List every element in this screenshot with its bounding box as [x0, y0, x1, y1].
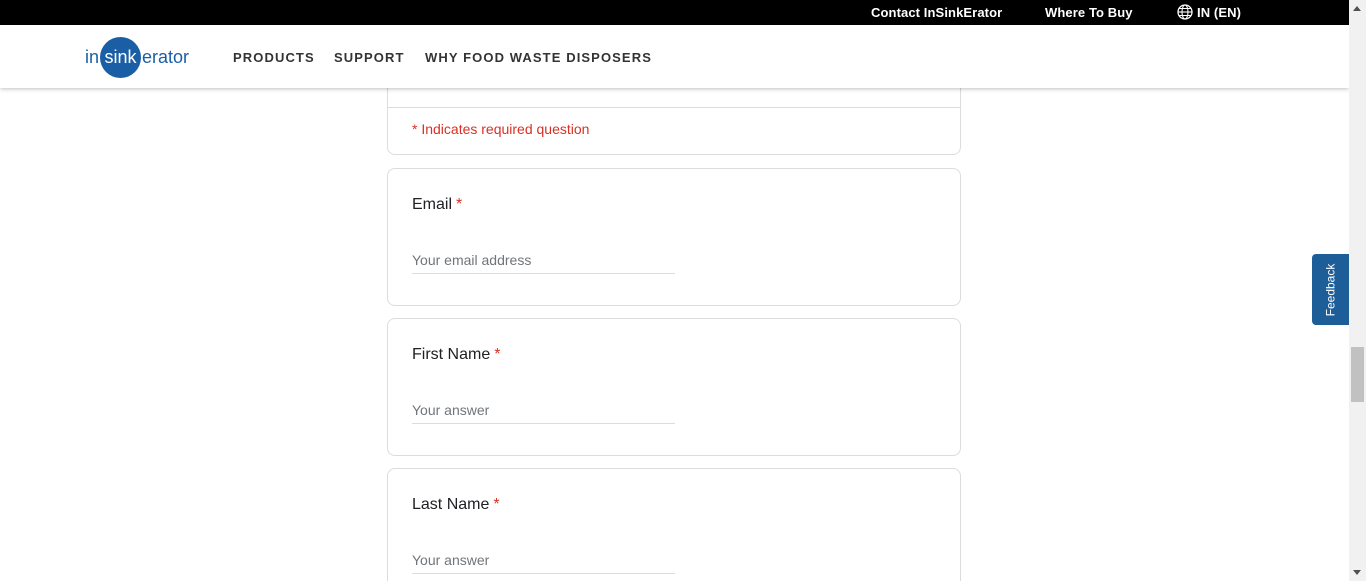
header-divider: [388, 107, 960, 108]
logo-circle: sink: [100, 36, 142, 78]
required-star: *: [494, 346, 501, 363]
question-title-last-name: Last Name *: [412, 496, 500, 513]
nav-products[interactable]: PRODUCTS: [233, 50, 315, 65]
logo-text-erator: erator: [142, 46, 190, 67]
question-title-first-name: First Name *: [412, 346, 501, 363]
feedback-tab[interactable]: Feedback: [1312, 254, 1349, 325]
google-form: * Indicates required question Email* Fir…: [0, 88, 1349, 581]
required-note: * Indicates required question: [412, 121, 590, 137]
logo-text-in: in: [85, 46, 100, 67]
where-to-buy-link[interactable]: Where To Buy: [1045, 5, 1133, 20]
language-label: IN (EN): [1197, 4, 1242, 20]
logo-text-sink: sink: [104, 46, 137, 67]
form-header-card: * Indicates required question: [387, 88, 961, 155]
insinkerator-logo[interactable]: in sink erator: [85, 36, 189, 78]
required-star: *: [456, 196, 463, 213]
email-input[interactable]: [412, 247, 675, 274]
question-card-last-name: Last Name *: [387, 468, 961, 581]
nav-why-food-waste-disposers[interactable]: WHY FOOD WASTE DISPOSERS: [425, 50, 652, 65]
globe-icon: [1177, 4, 1193, 20]
scrollbar-thumb[interactable]: [1351, 347, 1364, 402]
page-scrollbar[interactable]: [1349, 0, 1366, 581]
question-title-email: Email *: [412, 196, 463, 213]
last-name-input[interactable]: [412, 547, 675, 574]
site-header: in sink erator PRODUCTS SUPPORT WHY FOOD…: [0, 25, 1349, 88]
question-card-email: Email *: [387, 168, 961, 306]
question-card-first-name: First Name *: [387, 318, 961, 456]
contact-link[interactable]: Contact InSinkErator: [871, 5, 1002, 20]
nav-support[interactable]: SUPPORT: [334, 50, 405, 65]
scroll-up-icon[interactable]: [1353, 6, 1361, 11]
scroll-down-icon[interactable]: [1353, 570, 1361, 575]
utility-bar: Contact InSinkErator Where To Buy IN (EN…: [0, 0, 1349, 25]
required-star: *: [493, 496, 500, 513]
language-selector[interactable]: IN (EN): [1177, 4, 1241, 20]
feedback-label: Feedback: [1323, 263, 1338, 316]
first-name-input[interactable]: [412, 397, 675, 424]
